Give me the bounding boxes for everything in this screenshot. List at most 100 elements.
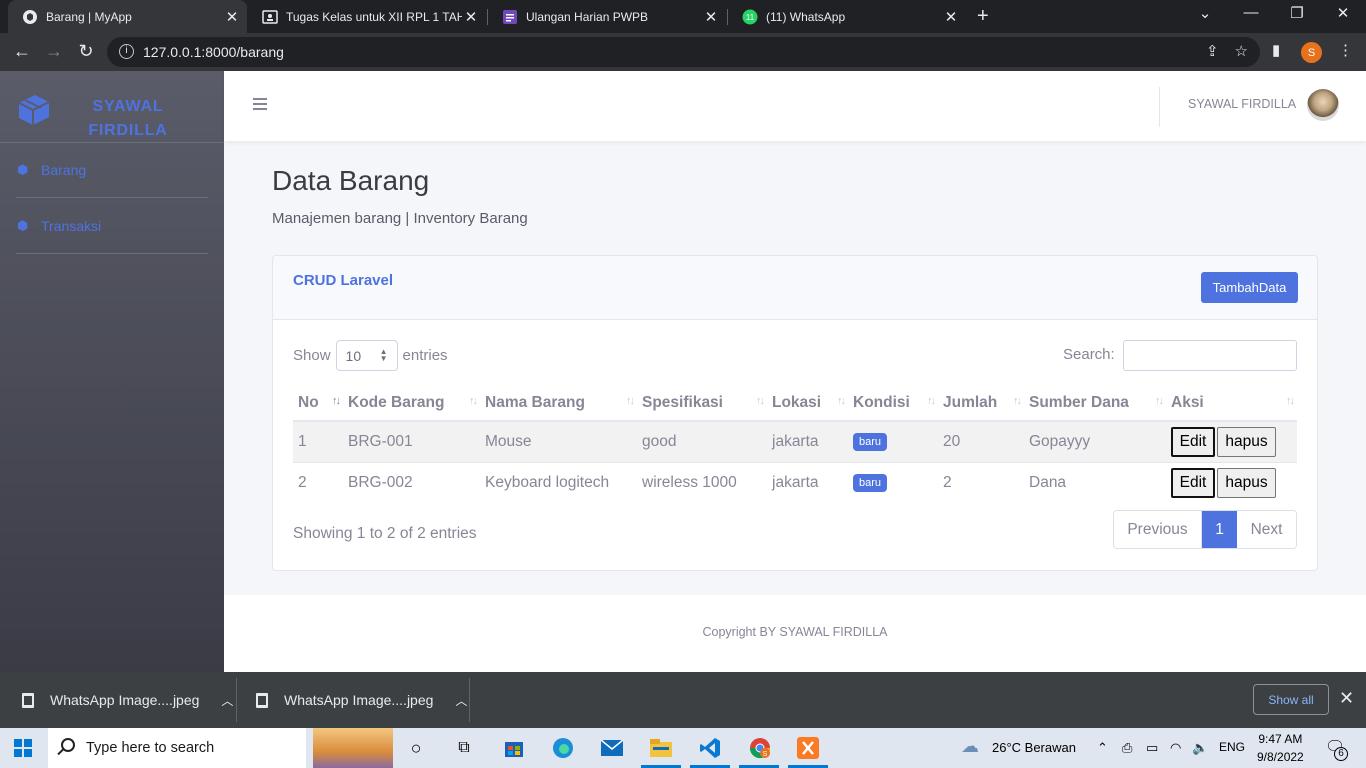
tab-barang[interactable]: Barang | MyApp ✕ [8,0,247,33]
share-icon[interactable]: ⇪ [1206,42,1219,60]
close-download-bar-icon[interactable]: ✕ [1339,688,1354,709]
cell-no: 1 [293,420,343,462]
file-icon [256,692,268,708]
sidebar-brand[interactable]: SYAWAL FIRDILLA [0,71,224,143]
cube-icon: ⬢ [17,218,29,233]
back-icon[interactable]: ← [12,41,32,62]
close-tab-icon[interactable]: ✕ [702,8,720,26]
language-indicator[interactable]: ENG [1219,740,1245,754]
file-icon [22,692,34,708]
reload-icon[interactable]: ↻ [76,41,96,62]
edit-button[interactable]: Edit [1171,467,1215,498]
browser-toolbar: ← → ↻ i 127.0.0.1:8000/barang ⇪ ☆ ▮ S ⋮ [0,33,1366,71]
brand-name: SYAWAL FIRDILLA [88,98,168,139]
file-explorer-icon[interactable] [650,737,672,759]
close-tab-icon[interactable]: ✕ [223,8,241,26]
address-bar[interactable]: i 127.0.0.1:8000/barang ⇪ ☆ [107,37,1260,67]
cortana-icon[interactable]: ○ [405,737,427,759]
tab-whatsapp[interactable]: 11 (11) WhatsApp ✕ [728,0,966,33]
sidebar-item-label: Barang [41,162,87,178]
column-header-kode[interactable]: Kode Barang ↑↓ [343,385,480,422]
column-header-kondisi[interactable]: Kondisi ↑↓ [848,385,938,422]
window-close-icon[interactable]: ✕ [1328,4,1358,22]
search-placeholder: Type here to search [86,740,215,756]
download-item[interactable]: WhatsApp Image....jpeg ︿ [256,672,467,728]
topbar: SYAWAL FIRDILLA [224,71,1366,141]
column-header-sumber-dana[interactable]: Sumber Dana ↑↓ [1024,385,1166,422]
tab-tugas-kelas[interactable]: Tugas Kelas untuk XII RPL 1 TAHUN ✕ [248,0,486,33]
cell-kode: BRG-002 [343,461,480,503]
new-tab-icon[interactable]: + [977,5,989,28]
download-item[interactable]: WhatsApp Image....jpeg ︿ [22,672,233,728]
minimize-icon[interactable]: — [1236,4,1266,21]
delete-button[interactable]: hapus [1217,467,1276,498]
chevron-up-icon[interactable]: ︿ [221,692,233,709]
page-length-select[interactable]: 10 ▲ ▼ [335,340,398,371]
kondisi-badge: baru [853,474,888,493]
vscode-icon[interactable] [699,737,721,759]
store-icon[interactable] [503,737,525,759]
mail-icon[interactable] [601,737,623,759]
show-all-downloads-button[interactable]: Show all [1253,684,1329,715]
sidebar-item-transaksi[interactable]: ⬢ Transaksi [17,218,101,234]
weather-icon[interactable]: ☁ [961,736,979,757]
wifi-icon[interactable]: ◠ [1170,740,1181,756]
cell-no: 2 [293,461,343,503]
windows-start-icon[interactable] [14,739,32,757]
edge-icon[interactable] [552,737,574,759]
column-header-jumlah[interactable]: Jumlah ↑↓ [938,385,1024,422]
volume-icon[interactable]: 🔈 [1192,740,1208,756]
user-name[interactable]: SYAWAL FIRDILLA [1188,97,1296,111]
table-info: Showing 1 to 2 of 2 entries [293,525,477,542]
table-header-row: No ↑↓ Kode Barang ↑↓ Nama Barang ↑↓ Spesifi… [293,385,1297,422]
site-info-icon[interactable]: i [119,44,134,59]
chevron-up-icon[interactable]: ⌃ [1097,740,1108,756]
side-panel-icon[interactable]: ▮ [1272,41,1280,59]
meet-icon[interactable]: ⎙ [1122,740,1132,756]
pagination-previous[interactable]: Previous [1114,511,1202,548]
sidebar-toggle-icon[interactable] [253,98,267,110]
edit-button[interactable]: Edit [1171,426,1215,457]
add-data-button[interactable]: TambahData [1201,272,1298,303]
close-tab-icon[interactable]: ✕ [942,8,960,26]
profile-avatar[interactable]: S [1301,42,1322,63]
cell-kondisi: baru [848,461,938,503]
column-header-aksi[interactable]: Aksi ↑↓ [1166,385,1297,422]
search-highlight-image[interactable] [313,728,393,768]
system-clock[interactable]: 9:47 AM 9/8/2022 [1257,730,1304,766]
main-content: Data Barang Manajemen barang | Inventory… [224,141,1366,595]
column-header-lokasi[interactable]: Lokasi ↑↓ [767,385,848,422]
chrome-icon[interactable]: S [748,737,770,759]
url-text: 127.0.0.1:8000/barang [143,44,284,60]
forward-icon[interactable]: → [44,41,64,62]
search-label: Search: [1063,346,1115,363]
browser-menu-icon[interactable]: ⋮ [1338,41,1353,59]
column-header-nama[interactable]: Nama Barang ↑↓ [480,385,637,422]
xampp-icon[interactable] [797,737,819,759]
cell-aksi: Edit hapus [1166,420,1297,462]
taskbar-search-input[interactable]: Type here to search [48,728,306,768]
task-view-icon[interactable]: ⧉ [453,737,475,759]
pagination-page-1[interactable]: 1 [1202,511,1237,548]
pagination-next[interactable]: Next [1237,511,1296,548]
delete-button[interactable]: hapus [1217,426,1276,457]
bookmark-star-icon[interactable]: ☆ [1235,42,1248,60]
svg-text:11: 11 [746,13,755,22]
tab-ulangan-harian[interactable]: Ulangan Harian PWPB ✕ [488,0,726,33]
restore-icon[interactable]: ❐ [1282,4,1312,22]
user-avatar[interactable] [1307,89,1339,121]
cell-jumlah: 20 [938,420,1024,462]
column-header-spesifikasi[interactable]: Spesifikasi ↑↓ [637,385,767,422]
search-input[interactable] [1123,340,1297,371]
cell-spesifikasi: wireless 1000 [637,461,767,503]
weather-text[interactable]: 26°C Berawan [992,740,1076,755]
chevron-up-icon[interactable]: ︿ [455,692,467,709]
column-header-no[interactable]: No ↑↓ [293,385,343,422]
tab-search-chevron-icon[interactable]: ⌄ [1190,4,1220,22]
close-tab-icon[interactable]: ✕ [462,8,480,26]
clock-time: 9:47 AM [1258,732,1303,746]
table-row: 1 BRG-001 Mouse good jakarta baru 20 Gop… [293,420,1297,462]
whatsapp-icon: 11 [742,9,758,25]
battery-icon[interactable]: ▭ [1146,740,1158,756]
sidebar-item-barang[interactable]: ⬢ Barang [17,162,86,178]
